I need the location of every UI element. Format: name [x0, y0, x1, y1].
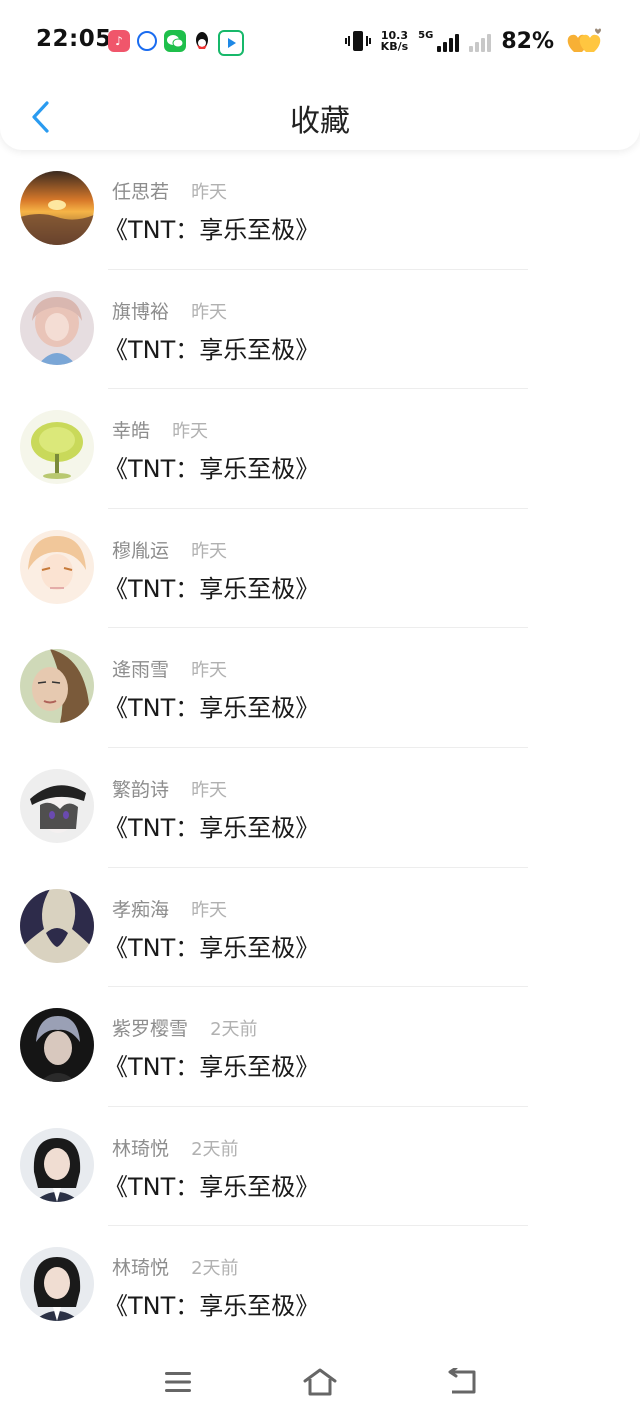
browser-app-icon: [137, 31, 157, 51]
favorite-author: 林琦悦: [112, 1137, 170, 1160]
favorite-time: 2天前: [210, 1019, 258, 1041]
favorite-item[interactable]: 孝痴海 昨天 《TNT：享乐至极》: [0, 868, 640, 988]
girl-avatar[interactable]: [20, 290, 94, 365]
favorite-content: 《TNT：享乐至极》: [104, 335, 320, 364]
favorite-item[interactable]: 旗博裕 昨天 《TNT：享乐至极》: [0, 270, 640, 390]
menu-icon: [165, 1372, 191, 1392]
anime-avatar[interactable]: [20, 529, 94, 604]
app-header: 22:05 ♪ 10.3 KB/s 5G 82% 收藏: [0, 0, 640, 150]
favorite-author: 幸皓: [112, 420, 151, 443]
back-nav-button[interactable]: [432, 1362, 492, 1402]
favorite-author: 旗博裕: [112, 300, 170, 323]
favorite-content: 《TNT：享乐至极》: [104, 694, 320, 723]
favorite-author: 繁韵诗: [112, 778, 170, 801]
favorite-content: 《TNT：享乐至极》: [104, 813, 320, 842]
favorite-author: 紫罗樱雪: [112, 1018, 189, 1041]
music-app-icon: ♪: [108, 30, 130, 52]
silhouette-avatar[interactable]: [20, 888, 94, 963]
vibrate-icon: [344, 28, 371, 54]
favorite-item[interactable]: 幸皓 昨天 《TNT：享乐至极》: [0, 389, 640, 509]
favorite-time: 昨天: [172, 421, 209, 443]
status-bar: 22:05 ♪ 10.3 KB/s 5G 82%: [0, 0, 640, 84]
favorite-author: 林琦悦: [112, 1257, 170, 1280]
favorite-time: 昨天: [191, 540, 228, 562]
favorite-time: 昨天: [191, 779, 228, 801]
favorite-item[interactable]: 紫罗樱雪 2天前 《TNT：享乐至极》: [0, 987, 640, 1107]
favorite-time: 昨天: [191, 182, 228, 203]
student-avatar[interactable]: [20, 1247, 94, 1322]
status-right: 10.3 KB/s 5G 82%: [344, 26, 604, 56]
favorite-item[interactable]: 林琦悦 2天前 《TNT：享乐至极》: [0, 1226, 640, 1346]
favorite-time: 2天前: [191, 1138, 239, 1160]
battery-percent: 82%: [501, 28, 554, 54]
favorite-content: 《TNT：享乐至极》: [104, 1172, 320, 1201]
favorite-author: 孝痴海: [112, 898, 170, 921]
favorite-content: 《TNT：享乐至极》: [104, 1292, 320, 1321]
favorite-content: 《TNT：享乐至极》: [104, 455, 320, 484]
system-nav-bar: [0, 1344, 640, 1422]
signal-5g-icon: 5G: [418, 30, 460, 52]
sunset-avatar[interactable]: [20, 171, 94, 245]
menu-button[interactable]: [148, 1362, 208, 1402]
favorite-content: 《TNT：享乐至极》: [104, 1053, 320, 1082]
favorite-content: 《TNT：享乐至极》: [104, 216, 320, 244]
qq-app-icon: [191, 30, 213, 52]
favorite-item[interactable]: 逄雨雪 昨天 《TNT：享乐至极》: [0, 628, 640, 748]
favorite-time: 昨天: [191, 660, 228, 682]
back-icon: [448, 1368, 476, 1394]
status-time: 22:05: [36, 26, 112, 52]
student-avatar[interactable]: [20, 1127, 94, 1202]
home-button[interactable]: [290, 1362, 350, 1402]
favorite-author: 任思若: [112, 181, 170, 203]
page-title: 收藏: [290, 104, 350, 139]
home-icon: [303, 1368, 337, 1396]
favorite-item[interactable]: 林琦悦 2天前 《TNT：享乐至极》: [0, 1107, 640, 1227]
notification-icons: ♪: [108, 30, 244, 56]
anime-cap-avatar[interactable]: [20, 768, 94, 843]
favorite-content: 《TNT：享乐至极》: [104, 574, 320, 603]
favorite-item[interactable]: 繁韵诗 昨天 《TNT：享乐至极》: [0, 748, 640, 868]
net-speed: 10.3 KB/s: [380, 29, 409, 53]
favorite-time: 昨天: [191, 301, 228, 323]
favorite-content: 《TNT：享乐至极》: [104, 933, 320, 962]
favorite-item[interactable]: 穆胤运 昨天 《TNT：享乐至极》: [0, 509, 640, 629]
favorite-time: 昨天: [191, 899, 228, 921]
wechat-app-icon: [164, 30, 186, 52]
favorite-author: 穆胤运: [112, 539, 170, 562]
portrait-avatar[interactable]: [20, 649, 94, 724]
favorites-list: 任思若 昨天 《TNT：享乐至极》 旗博裕 昨天 《TNT：享乐至极》 幸皓 昨…: [0, 150, 640, 1346]
favorite-author: 逄雨雪: [112, 659, 170, 682]
favorite-item[interactable]: 任思若 昨天 《TNT：享乐至极》: [0, 150, 640, 270]
battery-heart-icon: [564, 26, 604, 56]
dark-portrait-avatar[interactable]: [20, 1008, 94, 1083]
tree-avatar[interactable]: [20, 410, 94, 485]
title-bar: 收藏: [0, 84, 640, 150]
signal-secondary-icon: [469, 30, 492, 52]
video-app-icon: [218, 30, 244, 56]
favorite-time: 2天前: [191, 1258, 239, 1280]
